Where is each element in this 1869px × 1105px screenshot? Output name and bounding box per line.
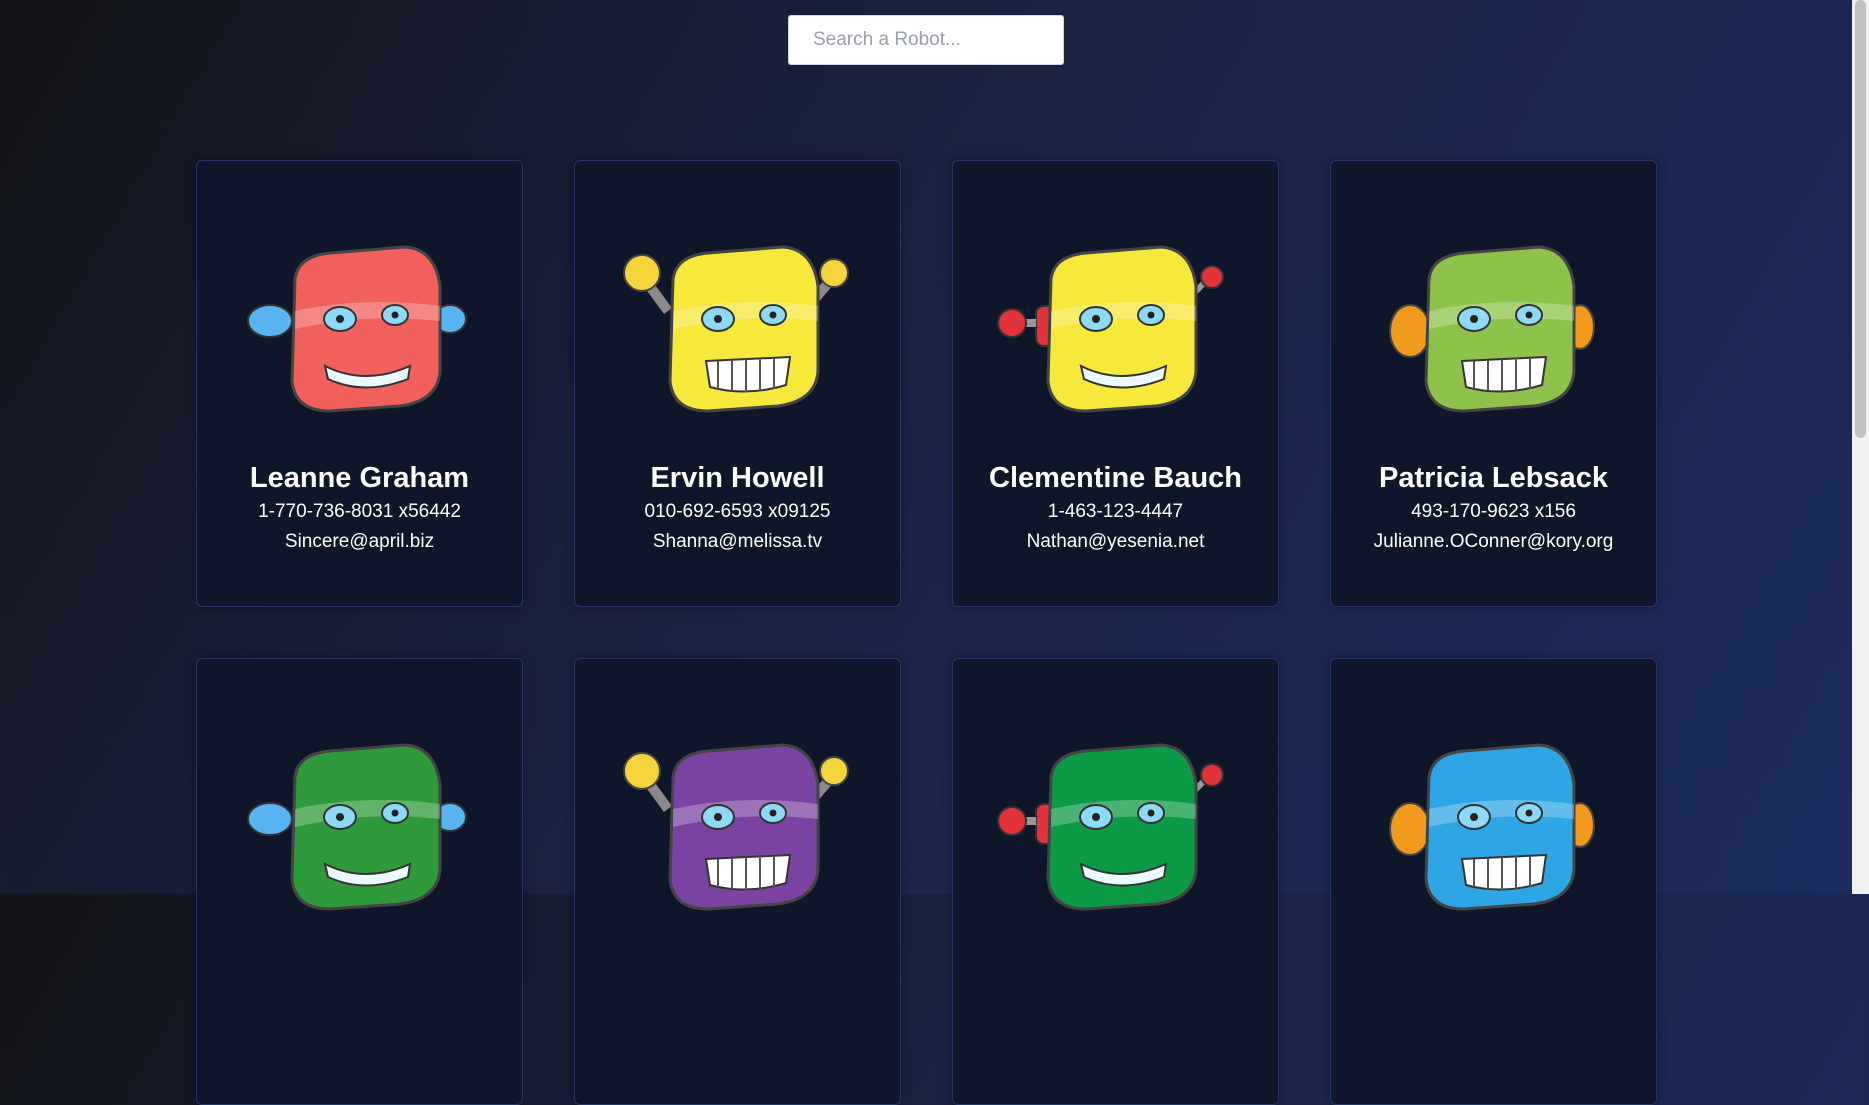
robot-card[interactable]: Clementine Bauch 1-463-123-4447 Nathan@y…: [952, 160, 1279, 607]
robot-avatar: [1331, 659, 1656, 959]
robot-card[interactable]: [952, 658, 1279, 1105]
robot-card[interactable]: Patricia Lebsack 493-170-9623 x156 Julia…: [1330, 160, 1657, 607]
robot-avatar: [197, 161, 522, 461]
search-input[interactable]: [788, 15, 1064, 65]
scrollbar[interactable]: [1852, 0, 1869, 894]
robot-card-list: Leanne Graham 1-770-736-8031 x56442 Sinc…: [196, 160, 1657, 1105]
robot-avatar: [575, 161, 900, 461]
robot-email: Shanna@melissa.tv: [652, 531, 823, 552]
robot-avatar: [575, 659, 900, 959]
robot-card[interactable]: [1330, 658, 1657, 1105]
robot-avatar: [1331, 161, 1656, 461]
robot-name: Ervin Howell: [650, 462, 825, 494]
robot-card[interactable]: Leanne Graham 1-770-736-8031 x56442 Sinc…: [196, 160, 523, 607]
robot-card[interactable]: Ervin Howell 010-692-6593 x09125 Shanna@…: [574, 160, 901, 607]
robot-phone: 493-170-9623 x156: [1411, 501, 1576, 522]
robot-name: Patricia Lebsack: [1379, 462, 1608, 494]
robot-name: Clementine Bauch: [989, 462, 1242, 494]
robot-email: Sincere@april.biz: [284, 531, 435, 552]
search-bar: [0, 15, 1852, 65]
robot-card[interactable]: [574, 658, 901, 1105]
robot-avatar: [197, 659, 522, 959]
robot-card[interactable]: [196, 658, 523, 1105]
robot-phone: 010-692-6593 x09125: [644, 501, 831, 522]
scrollbar-thumb[interactable]: [1855, 0, 1866, 438]
robot-email: Julianne.OConner@kory.org: [1373, 531, 1614, 552]
robot-phone: 1-770-736-8031 x56442: [258, 501, 461, 522]
robot-email: Nathan@yesenia.net: [1026, 531, 1205, 552]
robot-phone: 1-463-123-4447: [1047, 501, 1184, 522]
robot-avatar: [953, 161, 1278, 461]
robot-name: Leanne Graham: [249, 462, 470, 494]
robot-avatar: [953, 659, 1278, 959]
